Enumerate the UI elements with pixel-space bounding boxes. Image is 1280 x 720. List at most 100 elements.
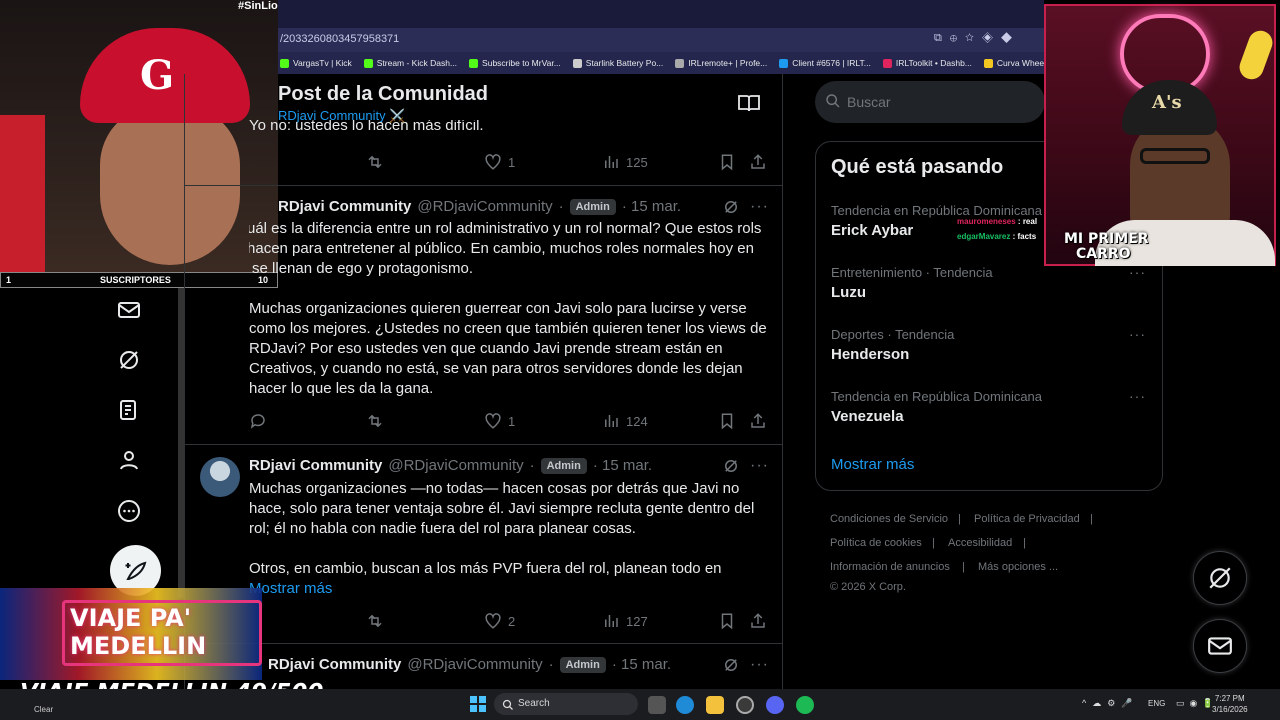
- trends-show-more[interactable]: Mostrar más: [831, 456, 914, 473]
- retweet-button[interactable]: [366, 612, 384, 630]
- copyright: © 2026 X Corp.: [830, 581, 906, 593]
- grok-floating-button[interactable]: [1193, 551, 1247, 605]
- like-count: 1: [508, 154, 516, 170]
- footer-more-options[interactable]: Más opciones ...: [978, 561, 1058, 573]
- avatar[interactable]: [200, 457, 240, 497]
- footer-link[interactable]: Política de Privacidad: [974, 513, 1080, 525]
- author-name[interactable]: RDjavi Community: [278, 198, 411, 215]
- bookmark-button[interactable]: [718, 612, 736, 630]
- trend-item[interactable]: Henderson: [831, 346, 909, 363]
- messages-floating-button[interactable]: [1193, 619, 1247, 673]
- post-text: Muchas organizaciones —no todas— hacen c…: [249, 480, 755, 537]
- reader-mode-icon[interactable]: [738, 94, 760, 117]
- trend-item[interactable]: Venezuela: [831, 408, 904, 425]
- taskbar-search[interactable]: [494, 693, 638, 715]
- more-options-icon[interactable]: ···: [750, 198, 769, 216]
- view-count: 127: [626, 613, 648, 629]
- bookmark-button[interactable]: [718, 412, 736, 430]
- post-text: Yo no: ustedes lo hacen más difícil.: [249, 120, 484, 134]
- share-button[interactable]: [749, 612, 767, 630]
- author-handle[interactable]: @RDjaviCommunity: [388, 457, 523, 474]
- clock[interactable]: 7:27 PM 3/16/2026: [1212, 693, 1248, 715]
- footer-link[interactable]: Política de cookies: [830, 537, 922, 549]
- post-date[interactable]: · 15 mar.: [593, 457, 652, 474]
- trip-banner-text: VIAJE PA' MEDELLIN: [70, 604, 207, 660]
- share-button[interactable]: [749, 153, 767, 171]
- bookmark-label: Curva Wheels CFF76: [996, 58, 1044, 68]
- weather-status[interactable]: Clear: [34, 705, 53, 714]
- trend-item[interactable]: Erick Aybar: [831, 222, 913, 239]
- file-explorer-icon[interactable]: [706, 696, 724, 714]
- trend-more-icon[interactable]: ···: [1129, 388, 1146, 404]
- like-count: 1: [508, 413, 516, 429]
- retweet-button[interactable]: [366, 153, 384, 171]
- author-name[interactable]: RDjavi Community: [268, 656, 401, 673]
- lists-nav-icon[interactable]: [114, 395, 144, 425]
- more-nav-icon[interactable]: [114, 496, 144, 526]
- bookmark-button[interactable]: [718, 153, 736, 171]
- spotify-icon[interactable]: [796, 696, 814, 714]
- bookmark-item[interactable]: Starlink Battery Po...: [572, 58, 663, 68]
- messages-nav-icon[interactable]: [114, 295, 144, 325]
- windows-start-icon[interactable]: [470, 696, 486, 717]
- bookmark-item[interactable]: IRLToolkit • Dashb...: [882, 58, 972, 68]
- views-button[interactable]: 124: [602, 412, 648, 430]
- bookmark-item[interactable]: Stream - Kick Dash...: [363, 58, 457, 68]
- admin-badge: Admin: [559, 656, 606, 673]
- author-handle[interactable]: @RDjaviCommunity: [417, 198, 552, 215]
- trend-item[interactable]: Luzu: [831, 284, 866, 301]
- more-options-icon[interactable]: ···: [750, 656, 769, 674]
- bookmark-label: IRLToolkit • Dashb...: [895, 58, 972, 68]
- url-text[interactable]: /2033260803457958371: [280, 33, 399, 45]
- post-text: Otros, en cambio, buscan a los más PVP f…: [249, 560, 722, 577]
- grok-nav-icon[interactable]: [114, 345, 144, 375]
- like-button[interactable]: 1: [484, 412, 515, 430]
- search-placeholder[interactable]: Buscar: [847, 94, 891, 110]
- like-button[interactable]: 2: [484, 612, 515, 630]
- obs-icon[interactable]: [736, 696, 754, 714]
- like-button[interactable]: 1: [484, 153, 515, 171]
- views-button[interactable]: 125: [602, 153, 648, 171]
- language-indicator[interactable]: ENG: [1148, 699, 1165, 708]
- footer-link[interactable]: Accesibilidad: [948, 537, 1012, 549]
- views-button[interactable]: 127: [602, 612, 648, 630]
- feather-pen-icon: [125, 561, 146, 580]
- search-icon: [825, 93, 841, 114]
- cap-logo: G: [140, 52, 175, 99]
- task-view-icon[interactable]: [648, 696, 666, 714]
- trend-context: Entretenimiento · Tendencia: [831, 265, 993, 280]
- bookmark-item[interactable]: IRLremote+ | Profe...: [675, 58, 767, 68]
- bookmark-item[interactable]: VargasTv | Kick: [280, 58, 352, 68]
- system-tray-icons[interactable]: ^☁⚙🎤: [1082, 698, 1139, 709]
- bookmark-item[interactable]: Client #6576 | IRLT...: [779, 58, 871, 68]
- post-date[interactable]: · 15 mar.: [612, 656, 671, 673]
- share-button[interactable]: [749, 412, 767, 430]
- author-handle[interactable]: @RDjaviCommunity: [407, 656, 542, 673]
- bookmark-item[interactable]: Curva Wheels CFF76: [983, 58, 1044, 68]
- address-bar-icons[interactable]: ⧉⊕☆◈◆: [934, 32, 1020, 45]
- post-date[interactable]: · 15 mar.: [622, 198, 681, 215]
- retweet-button[interactable]: [366, 412, 384, 430]
- grok-post-icon[interactable]: [722, 457, 740, 475]
- bookmark-item[interactable]: Subscribe to MrVar...: [469, 58, 561, 68]
- trend-more-icon[interactable]: ···: [1129, 264, 1146, 280]
- stream-hashtag: #SinLio: [238, 0, 278, 12]
- grok-post-icon[interactable]: [722, 198, 740, 216]
- bookmark-favicon-icon: [882, 58, 892, 68]
- author-name[interactable]: RDjavi Community: [249, 457, 382, 474]
- view-count: 125: [626, 154, 648, 170]
- edge-browser-icon[interactable]: [676, 696, 694, 714]
- trends-title: Qué está pasando: [831, 156, 1004, 178]
- footer-link[interactable]: Condiciones de Servicio: [830, 513, 948, 525]
- post-header: RDjavi Community @RDjaviCommunity · Admi…: [268, 656, 672, 673]
- grok-post-icon[interactable]: [722, 656, 740, 674]
- post-header: RDjavi Community @RDjaviCommunity · Admi…: [249, 457, 653, 474]
- trend-more-icon[interactable]: ···: [1129, 326, 1146, 342]
- discord-icon[interactable]: [766, 696, 784, 714]
- reply-button[interactable]: [249, 412, 267, 430]
- footer-link[interactable]: Información de anuncios: [830, 561, 950, 573]
- profile-nav-icon[interactable]: [114, 445, 144, 475]
- bookmark-label: IRLremote+ | Profe...: [688, 58, 768, 68]
- more-options-icon[interactable]: ···: [750, 457, 769, 475]
- chat-message: edgarMavarez : facts: [957, 232, 1037, 241]
